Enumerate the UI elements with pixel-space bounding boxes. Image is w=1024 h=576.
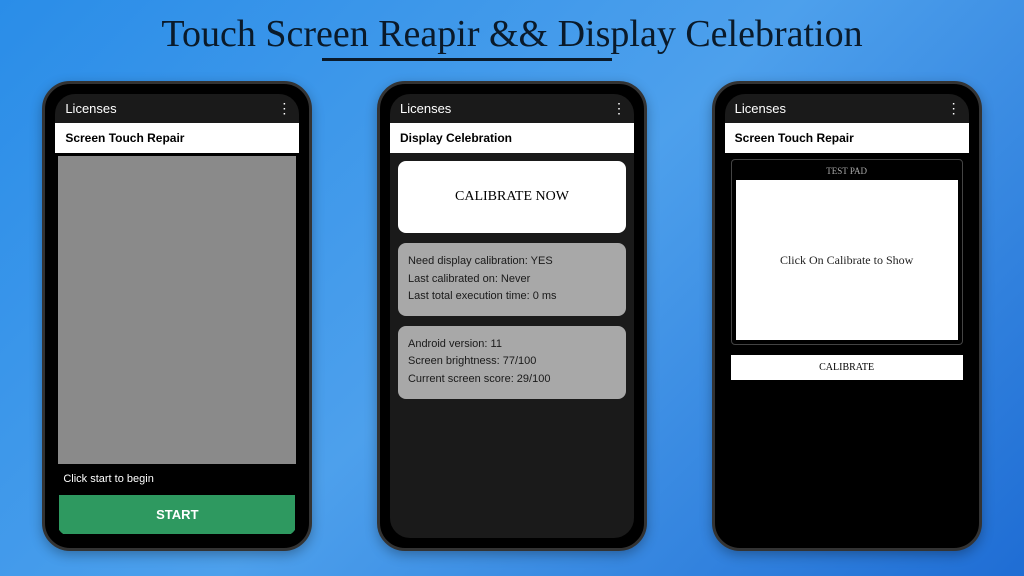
system-info-card: Android version: 11 Screen brightness: 7… [398,326,626,399]
info-line: Android version: 11 [408,336,616,354]
status-label: Licenses [400,101,451,116]
status-bar-3: Licenses ⋮ [725,94,969,123]
info-line: Last calibrated on: Never [408,271,616,289]
info-line: Screen brightness: 77/100 [408,353,616,371]
phone-mockup-1: Licenses ⋮ Screen Touch Repair Click sta… [42,81,312,551]
touch-area[interactable] [58,156,296,464]
calibration-info-card: Need display calibration: YES Last calib… [398,243,626,316]
test-pad-area[interactable]: Click On Calibrate to Show [736,180,958,340]
start-button[interactable]: START [59,495,295,534]
calibrate-now-button[interactable]: CALIBRATE NOW [398,161,626,233]
app-header-3: Screen Touch Repair [725,123,969,153]
phone-screen-2: Licenses ⋮ Display Celebration CALIBRATE… [390,94,634,538]
info-line: Current screen score: 29/100 [408,371,616,389]
menu-icon[interactable]: ⋮ [612,100,624,117]
status-bar-2: Licenses ⋮ [390,94,634,123]
test-pad-hint: Click On Calibrate to Show [780,253,913,268]
info-line: Need display calibration: YES [408,253,616,271]
menu-icon[interactable]: ⋮ [277,100,289,117]
phone-mockup-2: Licenses ⋮ Display Celebration CALIBRATE… [377,81,647,551]
page-title: Touch Screen Reapir && Display Celebrati… [0,0,1024,56]
app-header-2: Display Celebration [390,123,634,153]
status-label: Licenses [65,101,116,116]
title-underline [322,58,612,61]
content-area-2: CALIBRATE NOW Need display calibration: … [390,153,634,538]
hint-text: Click start to begin [55,467,299,491]
phone-screen-1: Licenses ⋮ Screen Touch Repair Click sta… [55,94,299,538]
status-bar-1: Licenses ⋮ [55,94,299,123]
phones-row: Licenses ⋮ Screen Touch Repair Click sta… [0,61,1024,551]
menu-icon[interactable]: ⋮ [947,100,959,117]
content-area-3: TEST PAD Click On Calibrate to Show CALI… [725,153,969,538]
info-line: Last total execution time: 0 ms [408,288,616,306]
phone-screen-3: Licenses ⋮ Screen Touch Repair TEST PAD … [725,94,969,538]
calibrate-button[interactable]: CALIBRATE [731,355,963,380]
app-header-1: Screen Touch Repair [55,123,299,153]
status-label: Licenses [735,101,786,116]
phone-mockup-3: Licenses ⋮ Screen Touch Repair TEST PAD … [712,81,982,551]
test-pad-label: TEST PAD [736,164,958,180]
content-area-1: Click start to begin START [55,153,299,538]
test-pad-section: TEST PAD Click On Calibrate to Show [731,159,963,345]
